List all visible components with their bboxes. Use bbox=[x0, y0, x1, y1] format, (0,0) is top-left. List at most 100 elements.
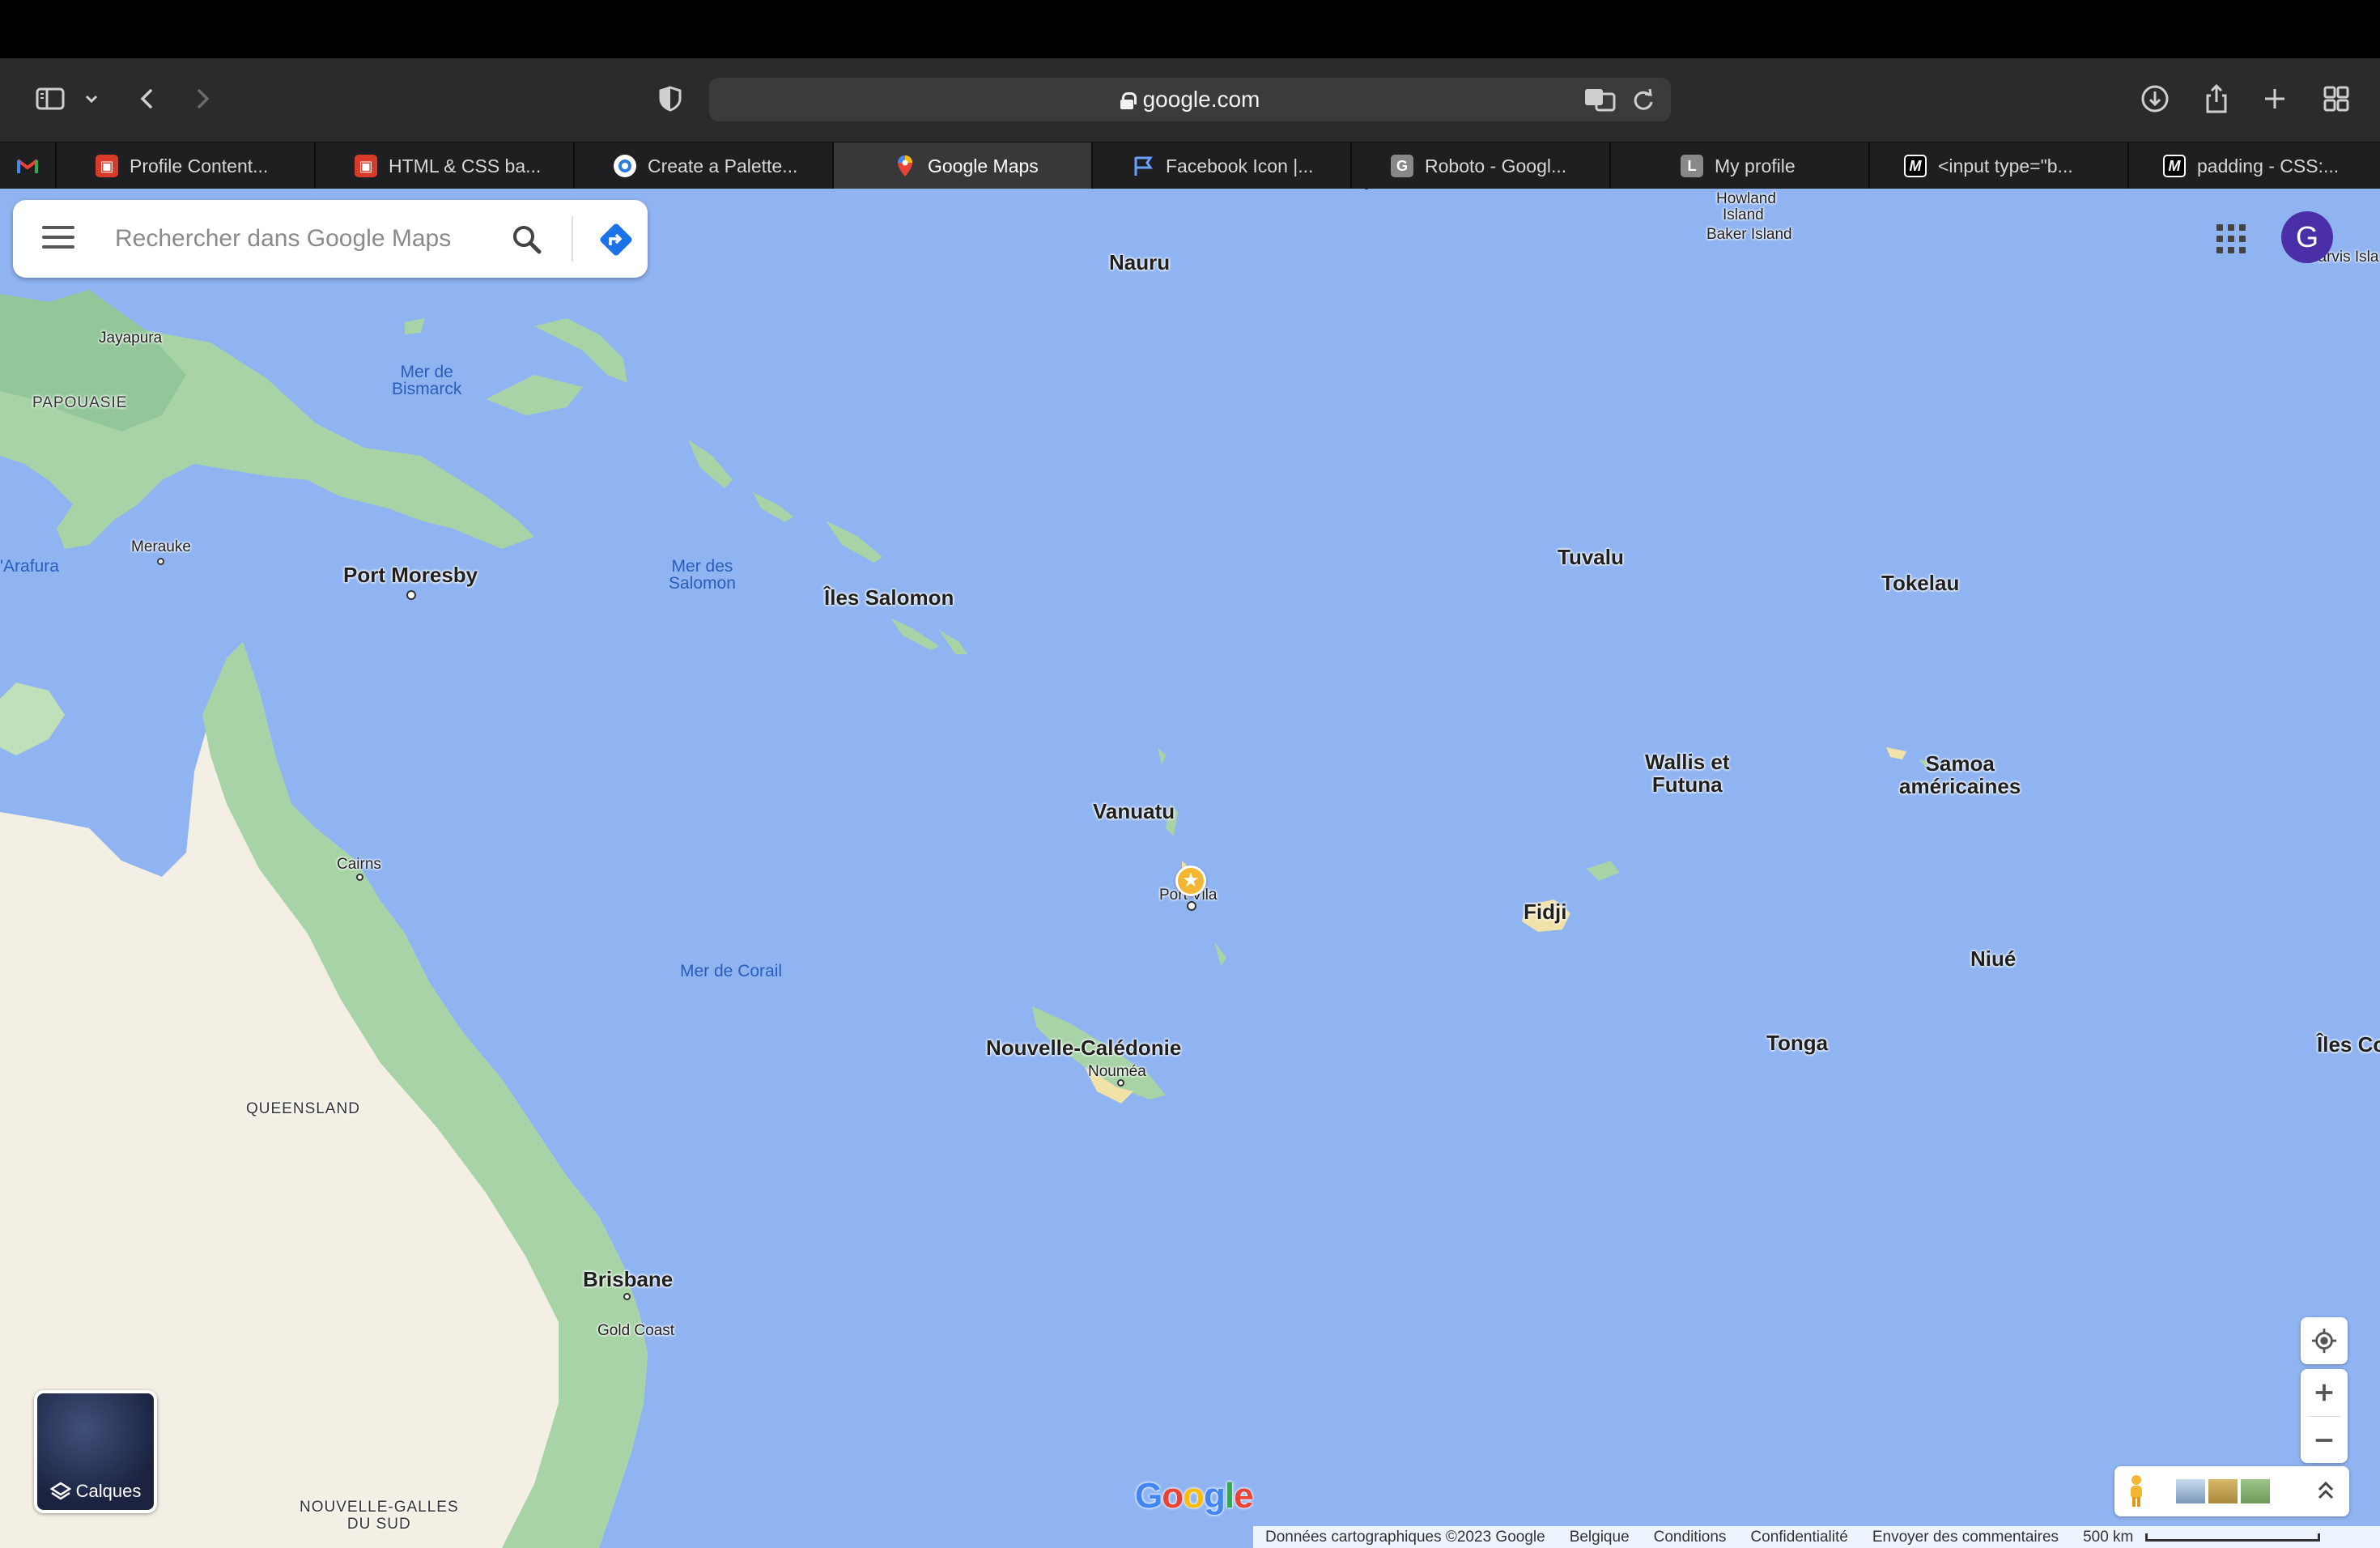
tab-bar: ▣ Profile Content... ▣ HTML & CSS ba... Cr… bbox=[0, 142, 2380, 189]
label-mer-de-corail[interactable]: Mer de Corail bbox=[680, 963, 782, 980]
google-logo: Google bbox=[1135, 1476, 1254, 1516]
flag-icon bbox=[1132, 155, 1154, 177]
label-mer-de-bismarck[interactable]: Mer de Bismarck bbox=[392, 364, 461, 398]
layers-button[interactable]: Calques bbox=[34, 1390, 157, 1513]
forward-button[interactable] bbox=[180, 76, 225, 121]
search-input[interactable] bbox=[115, 221, 471, 257]
google-apps-icon[interactable] bbox=[2216, 224, 2246, 253]
plus-icon bbox=[2315, 1384, 2333, 1401]
point-marker bbox=[406, 590, 416, 600]
label-niue[interactable]: Niué bbox=[1970, 946, 2016, 972]
map-footer: Données cartographiques ©2023 Google Bel… bbox=[1253, 1526, 2380, 1548]
layers-icon bbox=[49, 1482, 71, 1500]
label-cairns[interactable]: Cairns bbox=[337, 856, 381, 874]
mdn-icon: M bbox=[1904, 155, 1927, 177]
label-wallis-futuna[interactable]: Wallis et Futuna bbox=[1645, 751, 1730, 796]
sidebar-toggle-icon[interactable] bbox=[28, 76, 73, 121]
my-location-icon bbox=[2301, 1317, 2348, 1364]
label-merauke[interactable]: Merauke bbox=[131, 538, 191, 556]
point-marker bbox=[1187, 901, 1196, 911]
label-port-moresby[interactable]: Port Moresby bbox=[343, 563, 478, 588]
label-nauru[interactable]: Nauru bbox=[1109, 250, 1170, 275]
share-icon[interactable] bbox=[2194, 76, 2239, 121]
label-baker-island[interactable]: Baker Island bbox=[1706, 226, 1792, 244]
new-tab-icon[interactable] bbox=[2252, 76, 2297, 121]
label-brisbane[interactable]: Brisbane bbox=[583, 1267, 673, 1292]
zoom-control bbox=[2301, 1369, 2348, 1463]
zoom-out-button[interactable] bbox=[2301, 1417, 2348, 1464]
directions-icon[interactable] bbox=[597, 221, 635, 258]
letter-l-icon: L bbox=[1681, 155, 1703, 177]
label-howland[interactable]: Howland bbox=[1716, 190, 1776, 208]
scale-bar bbox=[2145, 1533, 2321, 1542]
label-iles-salomon[interactable]: Îles Salomon bbox=[824, 585, 954, 610]
tab-html-css[interactable]: ▣ HTML & CSS ba... bbox=[316, 142, 575, 189]
point-marker bbox=[356, 874, 363, 881]
chevron-down-icon[interactable] bbox=[71, 76, 112, 121]
label-island[interactable]: Island bbox=[1723, 206, 1764, 224]
zoom-in-button[interactable] bbox=[2301, 1369, 2348, 1416]
tab-overview-icon[interactable] bbox=[2314, 76, 2359, 121]
label-jayapura[interactable]: Jayapura bbox=[99, 330, 162, 347]
label-gold-coast[interactable]: Gold Coast bbox=[597, 1322, 674, 1340]
map-canvas[interactable]: Nauru Howland Island Baker Island Jarvis… bbox=[0, 189, 2380, 1548]
label-noumea[interactable]: Nouméa bbox=[1088, 1063, 1146, 1081]
address-bar[interactable]: google.com bbox=[709, 78, 1671, 121]
label-mer-des-salomon[interactable]: Mer des Salomon bbox=[669, 558, 736, 592]
scale-label[interactable]: 500 km bbox=[2083, 1529, 2133, 1546]
reload-icon[interactable] bbox=[1630, 87, 1656, 113]
browser-toolbar: google.com bbox=[0, 58, 2380, 142]
imagery-thumbnail[interactable] bbox=[2241, 1479, 2270, 1503]
label-tokelau[interactable]: Tokelau bbox=[1881, 571, 1959, 596]
tab-google-maps[interactable]: Google Maps bbox=[834, 142, 1093, 189]
tab-facebook-icon[interactable]: Facebook Icon |... bbox=[1093, 142, 1352, 189]
translate-icon[interactable] bbox=[1583, 86, 1616, 113]
point-marker bbox=[623, 1293, 631, 1300]
label-tonga[interactable]: Tonga bbox=[1766, 1031, 1828, 1056]
saved-place-star-icon[interactable]: ★ bbox=[1175, 865, 1206, 896]
my-location-button[interactable] bbox=[2301, 1317, 2348, 1364]
label-iles-cook[interactable]: Îles Co bbox=[2317, 1032, 2380, 1057]
privacy-link[interactable]: Confidentialité bbox=[1750, 1529, 1847, 1546]
tab-padding-css[interactable]: Mpadding - CSS:... bbox=[2129, 142, 2380, 189]
bus-icon: ▣ bbox=[355, 155, 377, 177]
region-link[interactable]: Belgique bbox=[1570, 1529, 1630, 1546]
imagery-thumbnail[interactable] bbox=[2208, 1479, 2238, 1503]
tab-gmail[interactable] bbox=[0, 142, 57, 189]
avatar[interactable]: G bbox=[2281, 211, 2333, 263]
menu-icon[interactable] bbox=[42, 226, 74, 252]
imagery-thumbnail[interactable] bbox=[2176, 1479, 2205, 1503]
search-box bbox=[13, 200, 648, 278]
tab-profile-content[interactable]: ▣ Profile Content... bbox=[57, 142, 316, 189]
point-marker bbox=[1117, 1079, 1124, 1087]
mdn-icon: M bbox=[2163, 155, 2186, 177]
search-icon[interactable] bbox=[510, 223, 544, 257]
label-nouvelle-caledonie[interactable]: Nouvelle-Calédonie bbox=[986, 1036, 1181, 1061]
tab-roboto[interactable]: G Roboto - Googl... bbox=[1352, 142, 1611, 189]
label-vanuatu[interactable]: Vanuatu bbox=[1093, 799, 1175, 824]
tab-input-type[interactable]: M <input type="b... bbox=[1870, 142, 2129, 189]
bus-icon: ▣ bbox=[96, 155, 118, 177]
lock-icon bbox=[1120, 92, 1137, 109]
label-arafura[interactable]: 'Arafura bbox=[0, 558, 59, 575]
tab-my-profile[interactable]: L My profile bbox=[1611, 142, 1870, 189]
label-papouasie[interactable]: PAPOUASIE bbox=[32, 394, 127, 411]
label-fidji[interactable]: Fidji bbox=[1524, 899, 1566, 925]
chevron-up-icon[interactable] bbox=[2314, 1478, 2338, 1505]
street-view-panel bbox=[2114, 1466, 2349, 1516]
tab-create-palette[interactable]: Create a Palette... bbox=[575, 142, 834, 189]
pegman-icon[interactable] bbox=[2127, 1474, 2145, 1508]
privacy-shield-icon[interactable] bbox=[648, 76, 693, 121]
palette-icon bbox=[614, 155, 636, 177]
google-fonts-icon: G bbox=[1391, 155, 1413, 177]
feedback-link[interactable]: Envoyer des commentaires bbox=[1872, 1529, 2059, 1546]
menu-bar bbox=[0, 0, 2380, 58]
map-data-credit[interactable]: Données cartographiques ©2023 Google bbox=[1265, 1529, 1545, 1546]
label-queensland[interactable]: QUEENSLAND bbox=[246, 1100, 360, 1117]
label-samoa-americaines[interactable]: Samoa américaines bbox=[1899, 752, 2021, 797]
download-icon[interactable] bbox=[2132, 76, 2178, 121]
terms-link[interactable]: Conditions bbox=[1654, 1529, 1727, 1546]
label-tuvalu[interactable]: Tuvalu bbox=[1558, 545, 1624, 570]
label-nouvelle-galles-du-sud[interactable]: NOUVELLE-GALLES DU SUD bbox=[300, 1499, 459, 1533]
back-button[interactable] bbox=[125, 76, 170, 121]
